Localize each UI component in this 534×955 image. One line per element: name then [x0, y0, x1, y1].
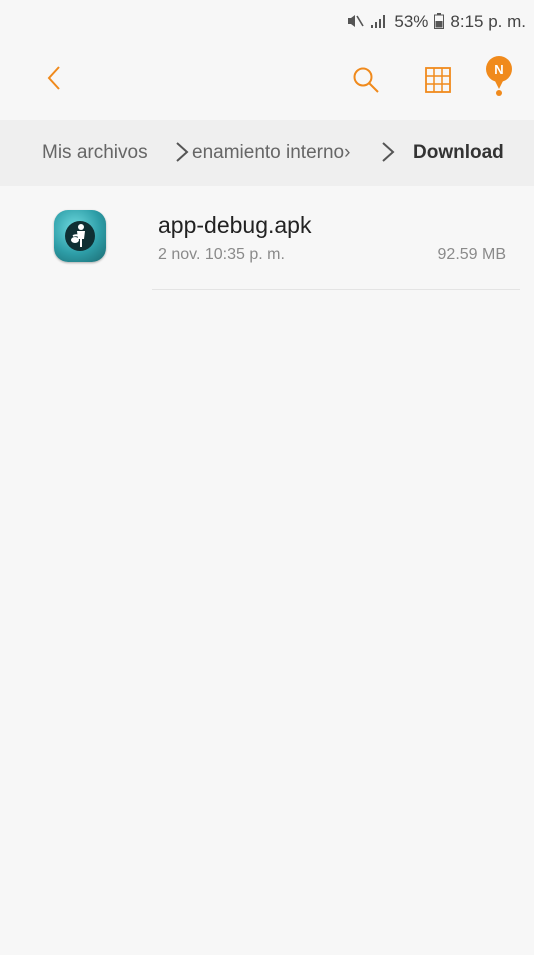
status-bar: 53% 8:15 p. m.	[0, 0, 534, 44]
divider	[152, 289, 520, 290]
breadcrumb: Mis archivos ‹enamiento interno Download	[0, 120, 534, 186]
notification-icon	[495, 81, 503, 89]
toolbar: N	[0, 44, 534, 116]
search-icon	[353, 67, 379, 93]
list-item[interactable]: app-debug.apk 2 nov. 10:35 p. m. 92.59 M…	[0, 196, 534, 292]
battery-percent: 53%	[394, 12, 429, 31]
file-size: 92.59 MB	[437, 246, 506, 263]
mute-icon	[346, 13, 365, 32]
search-button[interactable]	[346, 60, 386, 100]
notification-badge: N	[486, 56, 512, 82]
back-button[interactable]	[36, 58, 72, 98]
grid-view-button[interactable]	[418, 60, 458, 100]
grid-view-icon	[425, 67, 451, 93]
battery-icon	[434, 12, 445, 32]
breadcrumb-item-mis-archivos[interactable]: Mis archivos	[42, 142, 148, 164]
chevron-right-icon	[382, 142, 395, 162]
chevron-right-icon	[176, 142, 189, 162]
breadcrumb-item-download[interactable]: Download	[413, 142, 504, 164]
back-icon	[47, 66, 60, 90]
file-name: app-debug.apk	[158, 212, 312, 238]
breadcrumb-item-internal-storage[interactable]: ‹enamiento interno	[192, 142, 364, 164]
notification-button[interactable]: N	[480, 52, 520, 102]
apk-app-icon	[54, 210, 106, 262]
notification-dot	[496, 90, 502, 96]
signal-icon	[370, 13, 388, 32]
file-date: 2 nov. 10:35 p. m.	[158, 246, 285, 263]
clock: 8:15 p. m.	[450, 12, 526, 31]
